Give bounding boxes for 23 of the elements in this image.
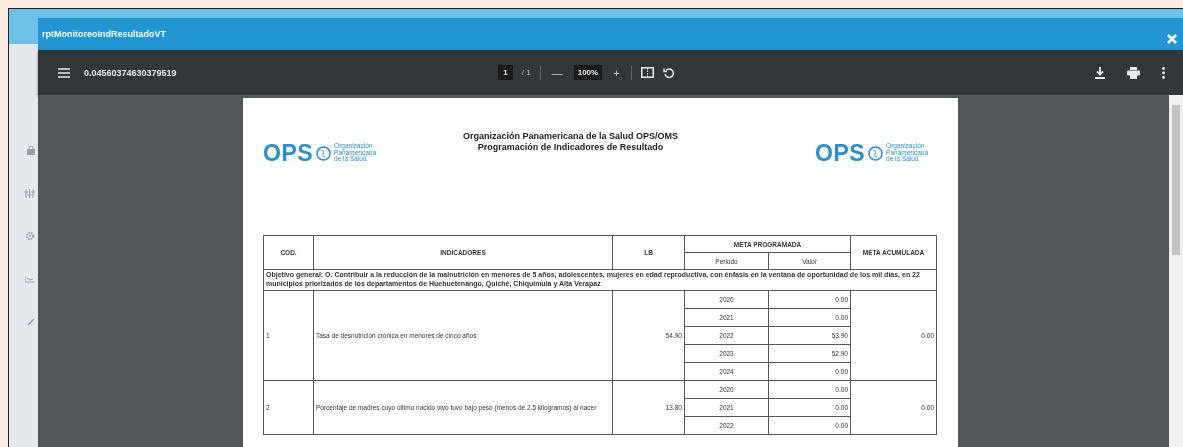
print-icon[interactable] (1127, 66, 1140, 79)
file-name: 0.04560374630379519 (84, 67, 177, 78)
close-icon[interactable] (1167, 34, 1177, 44)
dialog-title: rptMonitoreoIndResultadoVT (42, 29, 166, 39)
rotate-icon[interactable] (662, 66, 675, 79)
report-title: Programación de Indicadores de Resultado (477, 142, 664, 154)
more-icon[interactable] (1162, 66, 1165, 79)
page-number-field[interactable]: 1 (498, 65, 513, 80)
zoom-field[interactable]: 100% (573, 65, 603, 80)
scrollbar[interactable] (1169, 95, 1183, 447)
zoom-in-button[interactable]: + (611, 66, 622, 79)
logo-text: OPS (815, 139, 866, 167)
menu-icon[interactable] (58, 67, 70, 78)
pencil-icon[interactable] (27, 318, 35, 326)
download-icon[interactable] (1095, 66, 1105, 79)
logo-text: OPS (263, 139, 314, 167)
fit-page-icon[interactable] (640, 67, 654, 78)
scrollbar-thumb[interactable] (1172, 105, 1180, 255)
page-total: / 1 (521, 68, 531, 77)
chart-icon[interactable] (25, 275, 35, 283)
zoom-out-button[interactable]: — (549, 66, 565, 79)
report-title: Organización Panamericana de la Salud OPS/OMS (462, 130, 679, 142)
sliders-icon[interactable] (24, 188, 35, 198)
